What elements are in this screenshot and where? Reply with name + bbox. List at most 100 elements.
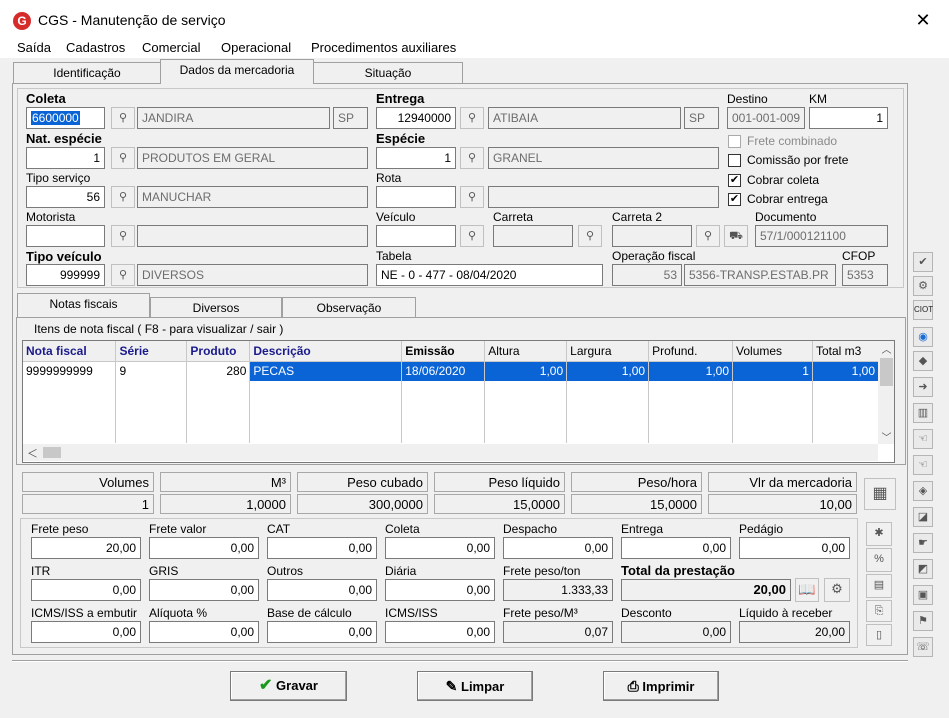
menu-operacional[interactable]: Operacional <box>221 40 291 55</box>
diaria-field[interactable]: 0,00 <box>385 579 495 601</box>
cobrar-entrega-checkbox[interactable]: ✔ <box>728 193 741 206</box>
tab-identificacao[interactable]: Identificação <box>13 62 161 83</box>
coleta-lookup-icon[interactable]: ⚲ <box>111 107 135 129</box>
speech-icon[interactable]: ☏ <box>913 637 933 657</box>
check-icon[interactable]: ✔ <box>913 252 933 272</box>
vertical-scrollbar[interactable]: ︿ ﹀ <box>878 341 894 444</box>
hand2-icon[interactable]: ☜ <box>913 455 933 475</box>
truck-icon[interactable]: ⛟ <box>724 225 748 247</box>
menu-procedimentos[interactable]: Procedimentos auxiliares <box>311 40 456 55</box>
close-icon[interactable]: ✕ <box>912 10 934 31</box>
carreta-lookup-icon[interactable]: ⚲ <box>578 225 602 247</box>
tipo-servico-code-field[interactable]: 56 <box>26 186 105 208</box>
globe-icon[interactable]: ◉ <box>913 327 933 347</box>
col-nota-fiscal[interactable]: Nota fiscal <box>23 341 117 362</box>
icms-embutir-field[interactable]: 0,00 <box>31 621 141 643</box>
nat-especie-lookup-icon[interactable]: ⚲ <box>111 147 135 169</box>
tipo-veiculo-lookup-icon[interactable]: ⚲ <box>111 264 135 286</box>
col-descricao[interactable]: Descrição <box>249 341 403 362</box>
pages-icon[interactable]: ▥ <box>913 403 933 423</box>
especie-lookup-icon[interactable]: ⚲ <box>460 147 484 169</box>
scroll-thumb[interactable] <box>880 358 893 386</box>
tab-notas-fiscais[interactable]: Notas fiscais <box>17 293 150 317</box>
motorista-code-field[interactable] <box>26 225 105 247</box>
veiculo-lookup-icon[interactable]: ⚲ <box>460 225 484 247</box>
itr-field[interactable]: 0,00 <box>31 579 141 601</box>
ciot-icon[interactable]: CIOT <box>913 300 933 320</box>
fold-icon[interactable]: ◪ <box>913 507 933 527</box>
gris-field[interactable]: 0,00 <box>149 579 259 601</box>
entrega-valor-field[interactable]: 0,00 <box>621 537 731 559</box>
scroll-left-icon[interactable]: ＜ <box>27 445 38 461</box>
especie-code-field[interactable]: 1 <box>376 147 456 169</box>
cat-field[interactable]: 0,00 <box>267 537 377 559</box>
col-emissao[interactable]: Emissão <box>401 341 486 362</box>
col-volumes[interactable]: Volumes <box>732 341 813 362</box>
book-side-icon[interactable]: ▣ <box>913 585 933 605</box>
fold2-icon[interactable]: ◩ <box>913 559 933 579</box>
book-icon[interactable]: 📖 <box>795 578 819 602</box>
hand3-icon[interactable]: ☛ <box>913 533 933 553</box>
calculator-icon[interactable]: ▦ <box>864 478 896 510</box>
col-largura[interactable]: Largura <box>566 341 650 362</box>
col-profund[interactable]: Profund. <box>648 341 734 362</box>
cobrar-coleta-checkbox[interactable]: ✔ <box>728 174 741 187</box>
gravar-button[interactable]: ✔ Gravar <box>230 671 347 701</box>
cogs-icon[interactable]: ⚙ <box>824 578 850 602</box>
tabela-field[interactable]: NE - 0 - 477 - 08/04/2020 <box>376 264 603 286</box>
col-serie[interactable]: Série <box>115 341 188 362</box>
settings-icon[interactable]: ⚙ <box>913 276 933 296</box>
carreta2-lookup-icon[interactable]: ⚲ <box>696 225 720 247</box>
entrega-code-field[interactable]: 12940000 <box>376 107 456 129</box>
frete-peso-field[interactable]: 20,00 <box>31 537 141 559</box>
freight-tool1-icon[interactable]: ✱ <box>866 522 892 546</box>
col-altura[interactable]: Altura <box>484 341 568 362</box>
arrow-icon[interactable]: ➜ <box>913 377 933 397</box>
frete-valor-field[interactable]: 0,00 <box>149 537 259 559</box>
tab-observacao[interactable]: Observação <box>282 297 416 317</box>
tipo-servico-lookup-icon[interactable]: ⚲ <box>111 186 135 208</box>
tipo-veiculo-code-field[interactable]: 999999 <box>26 264 105 286</box>
freight-tool5-icon[interactable]: ▯ <box>866 624 892 646</box>
coleta-code-field[interactable]: 6600000 <box>26 107 105 129</box>
menu-saida[interactable]: Saída <box>17 40 51 55</box>
table-row[interactable]: 9999999999 9 280 PECAS 18/06/2020 1,00 1… <box>23 361 880 381</box>
pedagio-field[interactable]: 0,00 <box>739 537 850 559</box>
imprimir-button[interactable]: ⎙ Imprimir <box>603 671 719 701</box>
limpar-button[interactable]: ✎ Limpar <box>417 671 533 701</box>
tab-diversos[interactable]: Diversos <box>150 297 282 317</box>
hand-icon[interactable]: ☜ <box>913 429 933 449</box>
outros-field[interactable]: 0,00 <box>267 579 377 601</box>
col-total-m3[interactable]: Total m3 <box>812 341 880 362</box>
nat-especie-code-field[interactable]: 1 <box>26 147 105 169</box>
tag-icon[interactable]: ◆ <box>913 351 933 371</box>
puzzle-icon[interactable]: ◈ <box>913 481 933 501</box>
base-calculo-field[interactable]: 0,00 <box>267 621 377 643</box>
menu-cadastros[interactable]: Cadastros <box>66 40 125 55</box>
flag-icon[interactable]: ⚑ <box>913 611 933 631</box>
scroll-up-icon[interactable]: ︿ <box>878 341 894 356</box>
rota-code-field[interactable] <box>376 186 456 208</box>
scroll-down-icon[interactable]: ﹀ <box>878 429 894 444</box>
calc-small-icon[interactable]: ▤ <box>866 574 892 598</box>
frete-combinado-checkbox[interactable] <box>728 135 741 148</box>
motorista-lookup-icon[interactable]: ⚲ <box>111 225 135 247</box>
coleta-valor-field[interactable]: 0,00 <box>385 537 495 559</box>
icms-iss-field[interactable]: 0,00 <box>385 621 495 643</box>
col-produto[interactable]: Produto <box>186 341 251 362</box>
aliquota-field[interactable]: 0,00 <box>149 621 259 643</box>
tab-dados-mercadoria[interactable]: Dados da mercadoria <box>160 59 314 84</box>
entrega-lookup-icon[interactable]: ⚲ <box>460 107 484 129</box>
horizontal-scrollbar[interactable]: ＜ <box>23 444 878 461</box>
percent-icon[interactable]: % <box>866 548 892 572</box>
comissao-frete-checkbox[interactable] <box>728 154 741 167</box>
items-grid[interactable]: Nota fiscal Série Produto Descrição Emis… <box>22 340 895 463</box>
km-field[interactable]: 1 <box>809 107 888 129</box>
tab-situacao[interactable]: Situação <box>313 62 463 83</box>
despacho-field[interactable]: 0,00 <box>503 537 613 559</box>
freight-tool4-icon[interactable]: ⎘ <box>866 600 892 622</box>
rota-lookup-icon[interactable]: ⚲ <box>460 186 484 208</box>
menu-comercial[interactable]: Comercial <box>142 40 201 55</box>
hscroll-thumb[interactable] <box>43 447 61 458</box>
veiculo-field[interactable] <box>376 225 456 247</box>
